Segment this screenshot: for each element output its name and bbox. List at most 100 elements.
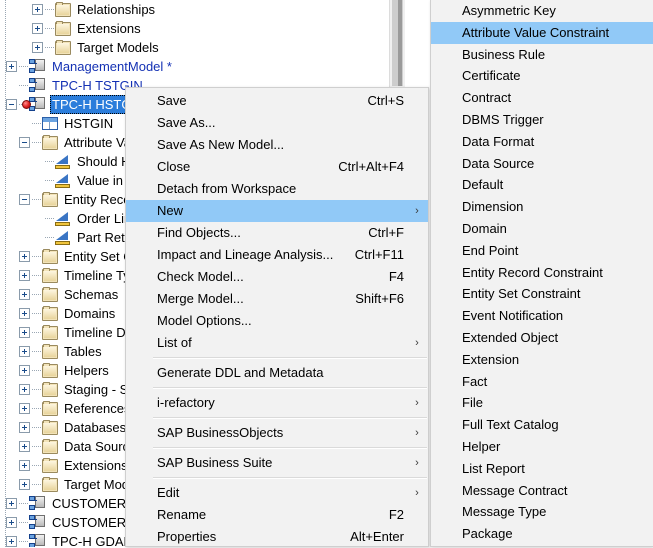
- expand-icon[interactable]: [19, 308, 30, 319]
- new-submenu-item[interactable]: Business Rule: [431, 44, 653, 66]
- new-submenu-item[interactable]: Extended Object: [431, 327, 653, 349]
- expand-icon[interactable]: [19, 289, 30, 300]
- tree-vertical-scrollbar[interactable]: [389, 0, 405, 87]
- new-submenu-item[interactable]: DBMS Trigger: [431, 109, 653, 131]
- new-submenu-item[interactable]: Extension: [431, 349, 653, 371]
- tree-item-label: References: [64, 401, 131, 416]
- expand-icon[interactable]: [19, 479, 30, 490]
- expand-icon[interactable]: [19, 327, 30, 338]
- expand-icon[interactable]: [19, 384, 30, 395]
- context-menu-item[interactable]: Close Ctrl+Alt+F4: [126, 156, 428, 178]
- tree-connector: [32, 255, 41, 258]
- context-menu-item[interactable]: Detach from Workspace: [126, 178, 428, 200]
- new-submenu-item[interactable]: End Point: [431, 240, 653, 262]
- constraint-icon: [55, 173, 71, 188]
- menu-separator: [127, 477, 427, 479]
- menu-separator: [127, 447, 427, 449]
- context-menu-item[interactable]: Rename F2: [126, 504, 428, 526]
- expand-icon[interactable]: [19, 365, 30, 376]
- context-menu-item[interactable]: List of ›: [126, 332, 428, 354]
- expand-icon[interactable]: [6, 498, 17, 509]
- expand-icon[interactable]: [19, 346, 30, 357]
- new-submenu-item[interactable]: Entity Set Constraint: [431, 283, 653, 305]
- context-menu-item[interactable]: Save As New Model...: [126, 134, 428, 156]
- context-menu-item[interactable]: SAP Business Suite ›: [126, 452, 428, 474]
- folder-icon: [42, 457, 58, 473]
- new-submenu-item[interactable]: Domain: [431, 218, 653, 240]
- tree-item-label: Extensions: [64, 458, 128, 473]
- expand-icon[interactable]: [19, 403, 30, 414]
- new-submenu-item[interactable]: Package: [431, 523, 653, 545]
- new-submenu-item[interactable]: Fact: [431, 371, 653, 393]
- tree-item[interactable]: Target Models: [0, 38, 389, 57]
- menu-separator: [127, 387, 427, 389]
- expand-icon[interactable]: [19, 251, 30, 262]
- context-menu-item[interactable]: Model Options...: [126, 310, 428, 332]
- expand-icon[interactable]: [6, 61, 17, 72]
- collapse-icon[interactable]: [19, 194, 30, 205]
- context-menu-item[interactable]: Impact and Lineage Analysis... Ctrl+F11: [126, 244, 428, 266]
- tree-item[interactable]: ManagementModel *: [0, 57, 389, 76]
- context-menu-item[interactable]: i-refactory ›: [126, 392, 428, 414]
- expand-icon[interactable]: [19, 441, 30, 452]
- menu-item-label: SAP Business Suite: [157, 455, 273, 470]
- new-submenu-item[interactable]: Dimension: [431, 196, 653, 218]
- model-context-menu[interactable]: Save Ctrl+S Save As... Save As New Model...…: [125, 87, 429, 547]
- collapse-icon[interactable]: [19, 137, 30, 148]
- model-icon: [29, 59, 46, 74]
- collapse-icon[interactable]: [6, 99, 17, 110]
- menu-item-label: Model Options...: [157, 313, 252, 328]
- context-menu-item[interactable]: Generate DDL and Metadata: [126, 362, 428, 384]
- new-submenu-item[interactable]: List Report: [431, 458, 653, 480]
- new-object-submenu[interactable]: Asymmetric Key Attribute Value Constraint…: [430, 0, 653, 547]
- tree-item-label: Relationships: [77, 2, 156, 17]
- constraint-icon: [55, 154, 71, 169]
- menu-item-label: Generate DDL and Metadata: [157, 365, 324, 380]
- expand-icon[interactable]: [32, 42, 43, 53]
- new-submenu-item[interactable]: Full Text Catalog: [431, 414, 653, 436]
- tree-item[interactable]: Relationships: [0, 0, 389, 19]
- context-menu-item[interactable]: Find Objects... Ctrl+F: [126, 222, 428, 244]
- new-submenu-item[interactable]: Helper: [431, 436, 653, 458]
- context-menu-item[interactable]: Properties Alt+Enter: [126, 526, 428, 548]
- tree-connector: [32, 426, 41, 429]
- scrollbar-thumb-edge[interactable]: [398, 0, 402, 86]
- new-submenu-item[interactable]: Entity Record Constraint: [431, 262, 653, 284]
- context-menu-item[interactable]: SAP BusinessObjects ›: [126, 422, 428, 444]
- context-menu-item[interactable]: Check Model... F4: [126, 266, 428, 288]
- context-menu-item[interactable]: Edit ›: [126, 482, 428, 504]
- tree-item-label: Extensions: [77, 21, 141, 36]
- new-submenu-item[interactable]: Contract: [431, 87, 653, 109]
- new-submenu-item[interactable]: Data Source: [431, 153, 653, 175]
- chevron-right-icon: ›: [415, 205, 419, 217]
- menu-separator: [127, 417, 427, 419]
- expand-icon[interactable]: [19, 460, 30, 471]
- new-submenu-item[interactable]: Message Type: [431, 501, 653, 523]
- expand-icon[interactable]: [32, 4, 43, 15]
- new-submenu-item[interactable]: Attribute Value Constraint: [431, 21, 653, 44]
- folder-icon: [55, 39, 71, 55]
- context-menu-item[interactable]: Save As...: [126, 112, 428, 134]
- context-menu-item[interactable]: New ›: [126, 200, 428, 222]
- new-submenu-item[interactable]: Certificate: [431, 65, 653, 87]
- new-submenu-item[interactable]: Event Notification: [431, 305, 653, 327]
- tree-item[interactable]: Extensions: [0, 19, 389, 38]
- tree-connector: [32, 369, 41, 372]
- expand-icon[interactable]: [32, 23, 43, 34]
- new-submenu-item[interactable]: Default: [431, 174, 653, 196]
- new-submenu-item[interactable]: Data Format: [431, 131, 653, 153]
- folder-icon: [55, 20, 71, 36]
- new-submenu-item[interactable]: Message Contract: [431, 480, 653, 502]
- new-submenu-item[interactable]: File: [431, 392, 653, 414]
- context-menu-item[interactable]: Merge Model... Shift+F6: [126, 288, 428, 310]
- tree-item-label: Target Models: [77, 40, 159, 55]
- tree-connector: [45, 217, 54, 220]
- submenu-item-label: Entity Set Constraint: [462, 286, 581, 302]
- new-submenu-item[interactable]: Asymmetric Key: [431, 0, 653, 22]
- expand-icon[interactable]: [6, 517, 17, 528]
- expand-icon[interactable]: [6, 536, 17, 547]
- expand-icon[interactable]: [19, 422, 30, 433]
- context-menu-item[interactable]: Save Ctrl+S: [126, 90, 428, 112]
- expand-icon[interactable]: [19, 270, 30, 281]
- tree-item-label: ManagementModel *: [52, 59, 172, 74]
